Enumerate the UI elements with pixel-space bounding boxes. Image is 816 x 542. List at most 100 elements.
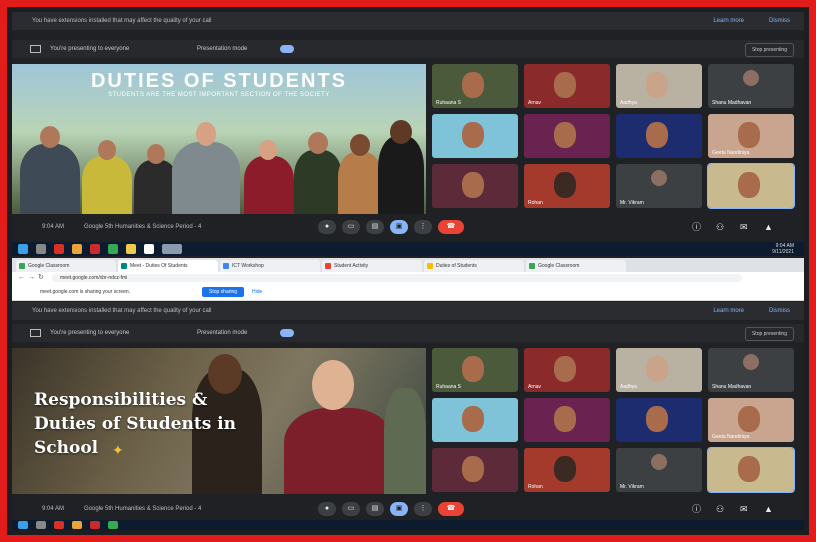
chrome-icon[interactable] — [108, 244, 118, 254]
hide-button[interactable]: Hide — [252, 284, 262, 300]
participant-tile[interactable] — [432, 114, 518, 158]
participant-tile[interactable] — [524, 114, 610, 158]
browser-tab[interactable]: Meet - Duties Of Students — [118, 260, 218, 272]
participant-tile[interactable]: Shanu Madhavan — [708, 64, 794, 108]
presenting-bar: You're presenting to everyone Presentati… — [12, 40, 804, 58]
present-now-button[interactable]: ▣ — [390, 502, 408, 516]
participant-tile[interactable] — [432, 398, 518, 442]
presenting-label: You're presenting to everyone — [50, 46, 130, 52]
browser-tab[interactable]: Student Activity — [322, 260, 422, 272]
app-icon[interactable] — [54, 244, 64, 254]
camera-button[interactable]: ▭ — [342, 502, 360, 516]
participant-tile[interactable]: Ruhaana S — [432, 64, 518, 108]
people-icon[interactable]: ⚇ — [716, 221, 724, 233]
taskbar — [12, 520, 804, 530]
folder-icon[interactable] — [126, 244, 136, 254]
presentation-mode-toggle[interactable] — [280, 45, 294, 53]
captions-button[interactable]: ▤ — [366, 220, 384, 234]
presentation-mode-toggle[interactable] — [280, 329, 294, 337]
present-now-button[interactable]: ▣ — [390, 220, 408, 234]
chat-icon[interactable]: ✉ — [740, 221, 748, 233]
captions-button[interactable]: ▤ — [366, 502, 384, 516]
app-icon[interactable] — [72, 521, 82, 529]
participant-video — [738, 456, 760, 482]
participant-tile[interactable] — [616, 114, 702, 158]
participant-tile[interactable]: Geeta Nandiniya — [708, 114, 794, 158]
participant-tile[interactable] — [524, 398, 610, 442]
present-screen-icon — [30, 45, 41, 53]
app-icon[interactable] — [90, 521, 100, 529]
participant-video — [462, 172, 484, 198]
participant-tile[interactable]: Arnav — [524, 348, 610, 392]
browser-tab[interactable]: Google Classroom — [16, 260, 116, 272]
participant-tile[interactable]: Rohan — [524, 164, 610, 208]
info-icon[interactable]: ⓘ — [692, 503, 701, 515]
student-figure — [244, 156, 294, 214]
participant-name: Geeta Nandiniya — [712, 150, 750, 156]
mic-button[interactable]: ● — [318, 220, 336, 234]
more-options-button[interactable]: ⋮ — [414, 220, 432, 234]
participant-tile[interactable]: Rohan — [524, 448, 610, 492]
participant-tile[interactable] — [707, 163, 795, 209]
participant-grid: Ruhaana S Arnav Aadhya Shanu Madhavan Ge… — [432, 348, 800, 494]
search-icon[interactable] — [36, 244, 46, 254]
app-icon[interactable] — [90, 244, 100, 254]
activities-icon[interactable]: ▲ — [764, 503, 773, 515]
participant-video — [738, 406, 760, 432]
dismiss-button[interactable]: Dismiss — [769, 12, 790, 30]
address-input[interactable]: meet.google.com/xbr-ndcz-fmi — [52, 274, 742, 282]
participant-tile[interactable]: Aadhya — [616, 348, 702, 392]
participant-tile[interactable]: Mr. Vikram — [616, 164, 702, 208]
participant-tile[interactable] — [432, 164, 518, 208]
activities-icon[interactable]: ▲ — [764, 221, 773, 233]
participant-tile[interactable] — [432, 448, 518, 492]
app-icon[interactable] — [54, 521, 64, 529]
chrome-icon[interactable] — [108, 521, 118, 529]
participant-tile[interactable]: Arnav — [524, 64, 610, 108]
mic-button[interactable]: ● — [318, 502, 336, 516]
participant-tile[interactable] — [707, 447, 795, 493]
student-head — [40, 126, 60, 148]
participant-tile[interactable] — [616, 398, 702, 442]
forward-icon[interactable]: → — [28, 273, 35, 283]
app-icon[interactable] — [144, 244, 154, 254]
participant-video — [462, 122, 484, 148]
learn-more-link[interactable]: Learn more — [713, 12, 744, 30]
stop-presenting-button[interactable]: Stop presenting — [744, 327, 794, 341]
screen-share-banner: meet.google.com is sharing your screen. … — [12, 284, 804, 301]
meeting-time: 9:04 AM — [42, 224, 65, 230]
start-icon[interactable] — [18, 521, 28, 529]
browser-tab[interactable]: ICT Workshop — [220, 260, 320, 272]
stop-sharing-button[interactable]: Stop sharing — [202, 287, 245, 297]
participant-tile[interactable]: Ruhaana S — [432, 348, 518, 392]
student-head — [98, 140, 116, 160]
sharing-message: meet.google.com is sharing your screen. — [40, 289, 131, 295]
extension-warning-bar: You have extensions installed that may a… — [12, 12, 804, 30]
chat-icon[interactable]: ✉ — [740, 503, 748, 515]
dismiss-button[interactable]: Dismiss — [769, 302, 790, 320]
start-icon[interactable] — [18, 244, 28, 254]
people-icon[interactable]: ⚇ — [716, 503, 724, 515]
student-figure — [20, 144, 80, 214]
back-icon[interactable]: ← — [18, 273, 25, 283]
participant-tile[interactable]: Geeta Nandiniya — [708, 398, 794, 442]
browser-tab[interactable]: Google Classroom — [526, 260, 626, 272]
end-call-button[interactable]: ☎ — [438, 220, 464, 234]
camera-button[interactable]: ▭ — [342, 220, 360, 234]
search-icon[interactable] — [36, 521, 46, 529]
info-icon[interactable]: ⓘ — [692, 221, 701, 233]
more-options-button[interactable]: ⋮ — [414, 502, 432, 516]
learn-more-link[interactable]: Learn more — [713, 302, 744, 320]
slide-subtitle: STUDENTS ARE THE MOST IMPORTANT SECTION … — [108, 92, 330, 98]
reload-icon[interactable]: ↻ — [38, 273, 44, 283]
participant-tile[interactable]: Shanu Madhavan — [708, 348, 794, 392]
app-window-thumb[interactable] — [162, 244, 182, 254]
stop-presenting-button[interactable]: Stop presenting — [744, 43, 794, 57]
app-icon[interactable] — [72, 244, 82, 254]
participant-tile[interactable]: Mr. Vikram — [616, 448, 702, 492]
browser-tab[interactable]: Duties of Students — [424, 260, 524, 272]
participant-video — [462, 456, 484, 482]
end-call-button[interactable]: ☎ — [438, 502, 464, 516]
student-figure — [338, 152, 382, 214]
participant-tile[interactable]: Aadhya — [616, 64, 702, 108]
